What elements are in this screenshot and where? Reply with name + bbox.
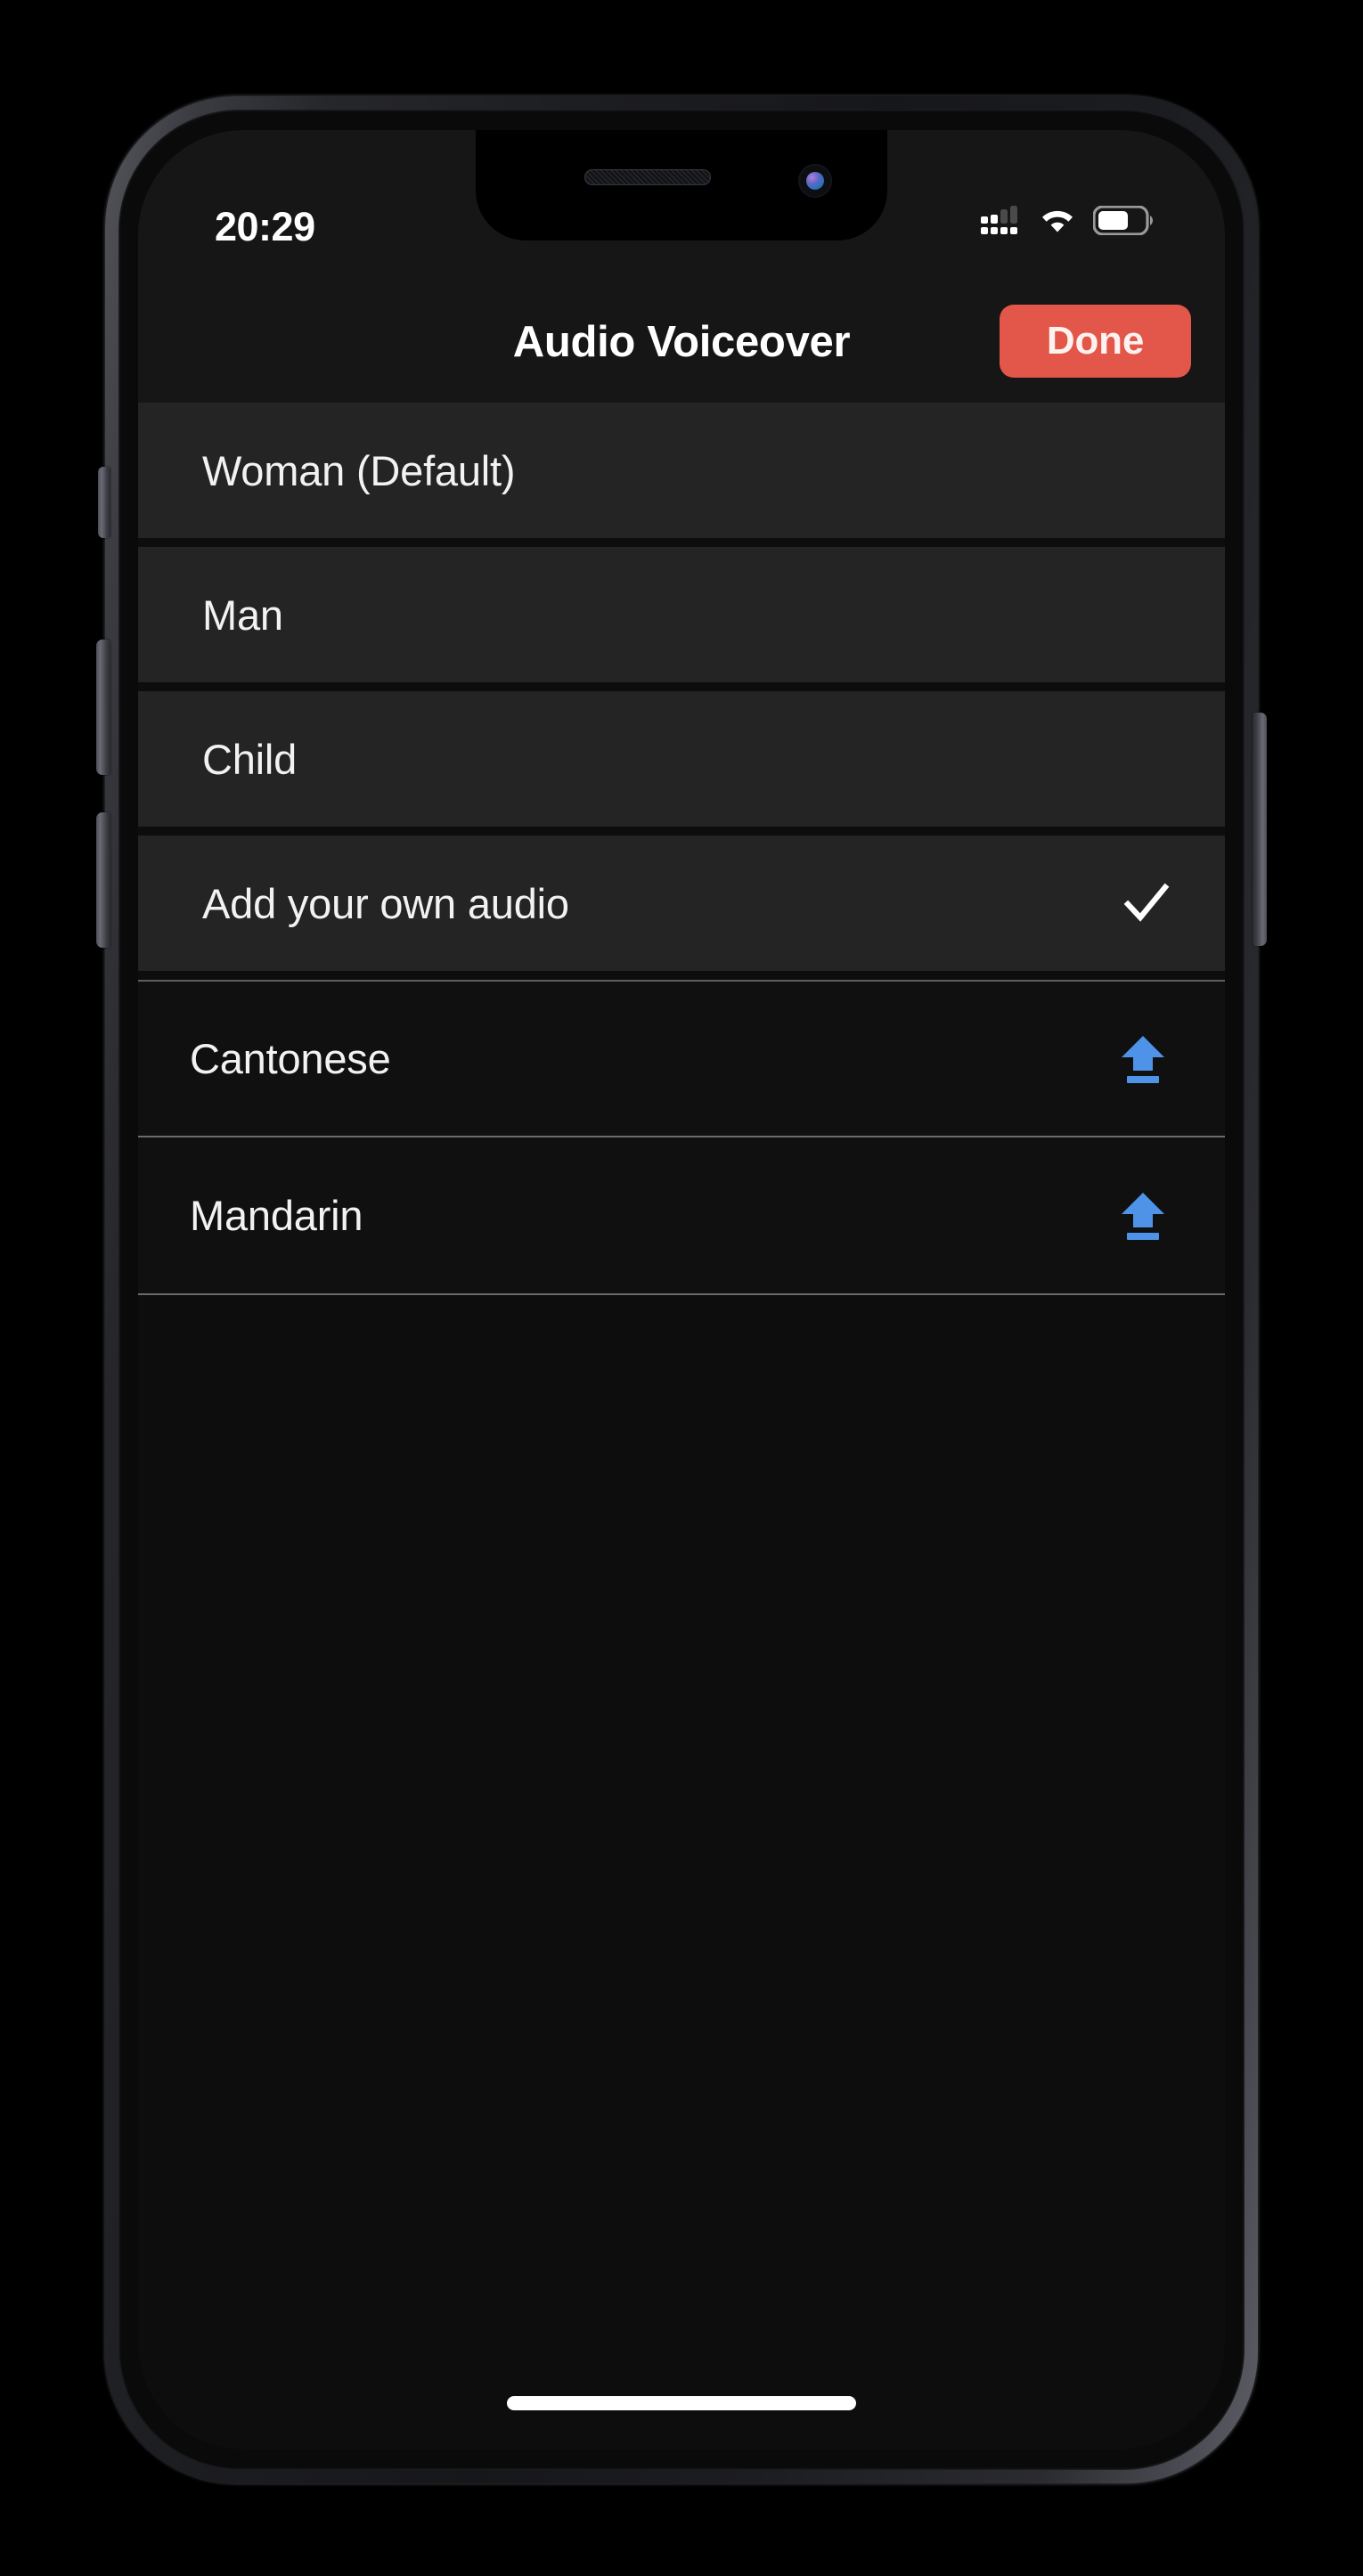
device-notch	[476, 130, 887, 240]
row-label: Add your own audio	[202, 879, 569, 927]
cellular-signal-dots-icon	[981, 206, 1017, 234]
mute-switch-button[interactable]	[98, 467, 110, 538]
check-icon	[1123, 883, 1170, 922]
earpiece-speaker-grille	[584, 169, 711, 185]
language-options-group: Cantonese Mandarin	[138, 980, 1225, 1295]
row-label: Woman (Default)	[202, 446, 516, 494]
done-button[interactable]: Done	[1000, 305, 1191, 378]
phone-screen: 20:29 Audio Voiceover Done Woman (Defaul…	[138, 130, 1225, 2450]
battery-icon	[1093, 205, 1154, 235]
list-item-woman-default[interactable]: Woman (Default)	[138, 403, 1225, 538]
volume-down-button[interactable]	[96, 812, 110, 948]
upload-icon[interactable]	[1120, 1034, 1166, 1084]
wifi-icon	[1042, 210, 1073, 232]
volume-up-button[interactable]	[96, 640, 110, 775]
upload-icon[interactable]	[1120, 1191, 1166, 1241]
front-camera-icon	[798, 164, 832, 198]
list-item-add-your-own-audio[interactable]: Add your own audio	[138, 836, 1225, 971]
row-label: Mandarin	[190, 1192, 363, 1239]
list-item-child[interactable]: Child	[138, 691, 1225, 827]
status-bar-clock: 20:29	[215, 204, 315, 249]
row-label: Cantonese	[190, 1035, 391, 1082]
camera-iris	[806, 172, 824, 190]
navigation-header: Audio Voiceover Done	[138, 287, 1225, 403]
home-indicator[interactable]	[507, 2396, 856, 2410]
list-item-man[interactable]: Man	[138, 547, 1225, 682]
list-item-cantonese[interactable]: Cantonese	[138, 980, 1225, 1137]
status-bar-icons	[981, 205, 1154, 235]
list-item-mandarin[interactable]: Mandarin	[138, 1137, 1225, 1295]
row-label: Child	[202, 735, 298, 783]
row-label: Man	[202, 591, 283, 639]
voice-options-group: Woman (Default) Man Child Add your own a…	[138, 403, 1225, 971]
power-button[interactable]	[1253, 713, 1267, 946]
voiceover-options-list: Woman (Default) Man Child Add your own a…	[138, 403, 1225, 2450]
